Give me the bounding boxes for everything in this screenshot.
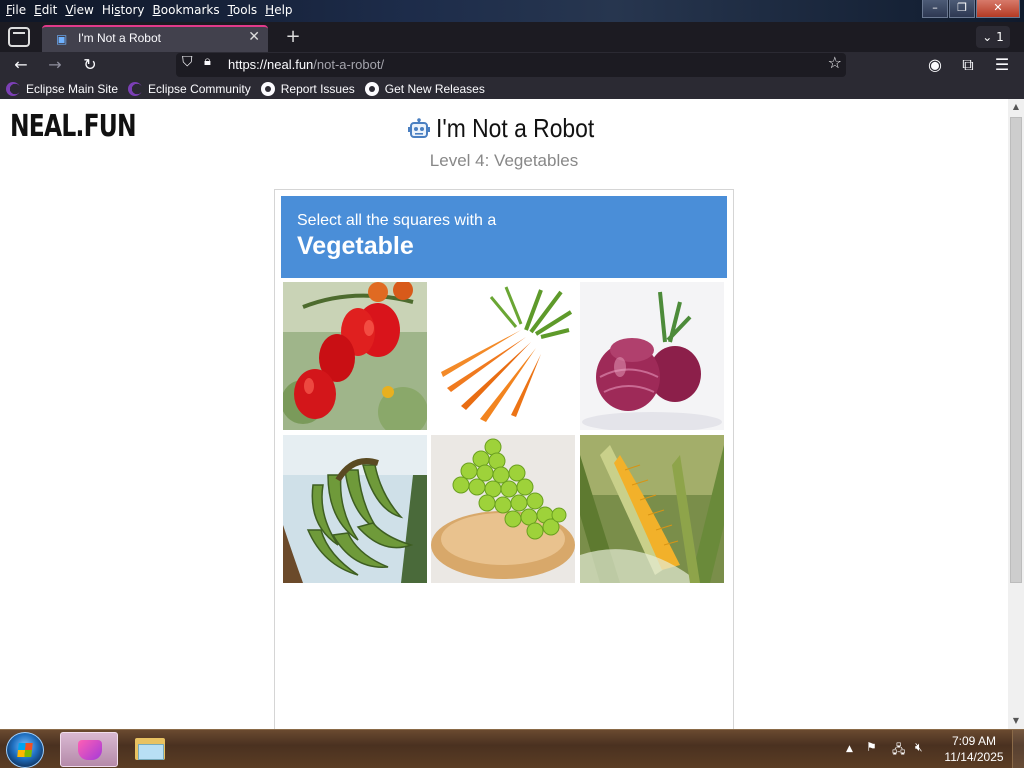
menu-tools[interactable]: Tools [224, 2, 262, 20]
bananas-image [283, 435, 427, 583]
captcha-tile-grapes[interactable] [431, 435, 575, 583]
carrots-image [431, 282, 575, 430]
robot-favicon-icon: ▣ [56, 32, 68, 46]
close-window-button[interactable]: ✕ [976, 0, 1020, 18]
taskbar-browser-icon[interactable] [60, 732, 118, 767]
windows-taskbar: ▲ ⚑ 🖧︎ 🔇︎ 7:09 AM 11/14/2025 [0, 729, 1024, 768]
taskbar-file-explorer-icon[interactable] [132, 734, 168, 764]
bookmark-label: Eclipse Main Site [26, 81, 119, 96]
captcha-instruction: Select all the squares with a [297, 212, 497, 229]
bookmark-eclipse-main-site[interactable]: Eclipse Main Site [6, 78, 118, 99]
captcha-tile-red-onions[interactable] [580, 282, 724, 430]
page-viewport: NEAL.FUN I'm Not a Robot Level 4: Vegeta… [0, 99, 1008, 729]
window-title-bar: File Edit View History Bookmarks Tools H… [0, 0, 1024, 22]
tab-close-icon[interactable]: ✕ [248, 29, 260, 45]
page-scrollbar[interactable]: ▲ ▼ [1008, 99, 1024, 729]
captcha-tile-corn[interactable] [580, 435, 724, 583]
scroll-down-arrow-icon[interactable]: ▼ [1008, 713, 1024, 729]
shield-icon[interactable]: ⛉ [182, 54, 193, 70]
url-bar[interactable]: ⛉ 🔒︎ https://neal.fun/not-a-robot/ ☆ [176, 53, 846, 77]
menu-bar: File Edit View History Bookmarks Tools H… [2, 2, 297, 20]
bookmark-label: Report Issues [280, 81, 355, 96]
grapes-image [431, 435, 575, 583]
eclipse-icon [128, 81, 143, 96]
scroll-up-arrow-icon[interactable]: ▲ [1008, 99, 1024, 115]
maximize-button[interactable]: ❐ [949, 0, 975, 18]
window-controls: – ❐ ✕ [921, 0, 1020, 18]
url-host: https://neal.fun [228, 57, 314, 72]
firefox-view-icon[interactable] [8, 27, 30, 47]
captcha-tile-bananas[interactable] [283, 435, 427, 583]
captcha-tile-tomatoes[interactable] [283, 282, 427, 430]
extensions-icon[interactable]: ⧉ [957, 54, 979, 76]
account-icon[interactable]: ◉ [924, 54, 946, 76]
back-arrow-icon[interactable]: ← [10, 54, 32, 76]
tomatoes-image [283, 282, 427, 430]
tray-expand-icon[interactable]: ▲ [846, 744, 853, 754]
menu-file[interactable]: File [2, 2, 30, 20]
github-icon [364, 81, 379, 96]
menu-help[interactable]: Help [261, 2, 296, 20]
bookmark-label: Eclipse Community [148, 81, 251, 96]
page-title: I'm Not a Robot [408, 113, 616, 144]
bookmark-label: Get New Releases [384, 81, 485, 96]
bookmark-get-new-releases[interactable]: Get New Releases [364, 78, 485, 99]
github-icon [260, 81, 275, 96]
volume-muted-icon[interactable]: 🔇︎ [915, 740, 923, 755]
lock-icon[interactable]: 🔒︎ [204, 54, 211, 69]
tab-active[interactable]: ▣ I'm Not a Robot ✕ [42, 25, 268, 52]
forward-arrow-icon[interactable]: → [44, 54, 66, 76]
bookmark-report-issues[interactable]: Report Issues [260, 78, 355, 99]
navigation-toolbar: ← → ↻ ⛉ 🔒︎ https://neal.fun/not-a-robot/… [0, 52, 1024, 78]
system-clock[interactable]: 7:09 AM 11/14/2025 [938, 733, 1010, 765]
tab-title: I'm Not a Robot [78, 31, 161, 45]
eclipse-icon [6, 81, 20, 96]
menu-history[interactable]: History [98, 2, 149, 20]
captcha-tile-carrots[interactable] [431, 282, 575, 430]
url-text[interactable]: https://neal.fun/not-a-robot/ [228, 57, 384, 72]
tab-count: 1 [996, 30, 1004, 44]
site-logo[interactable]: NEAL.FUN [10, 109, 137, 144]
bookmarks-toolbar: Eclipse Main Site Eclipse Community Repo… [0, 78, 1024, 99]
network-icon[interactable]: 🖧︎ [892, 740, 905, 761]
new-tab-button[interactable]: + [282, 26, 304, 47]
bookmark-eclipse-community[interactable]: Eclipse Community [128, 78, 251, 99]
corn-image [580, 435, 724, 583]
captcha-target: Vegetable [297, 232, 414, 260]
captcha-panel: Select all the squares with a Vegetable [274, 189, 734, 729]
show-desktop-button[interactable] [1012, 730, 1024, 768]
bookmark-star-icon[interactable]: ☆ [828, 53, 842, 72]
robot-icon [408, 117, 430, 138]
clock-time: 7:09 AM [951, 734, 997, 748]
title-text: I'm Not a Robot [436, 113, 595, 143]
tab-list-button[interactable]: ⌄ 1 [976, 26, 1010, 48]
url-path: /not-a-robot/ [313, 57, 385, 72]
clock-date: 11/14/2025 [944, 750, 1004, 764]
menu-bookmarks[interactable]: Bookmarks [149, 2, 224, 20]
tab-strip: ▣ I'm Not a Robot ✕ + ⌄ 1 [0, 22, 1024, 52]
red-onions-image [580, 282, 724, 430]
level-label: Level 4: Vegetables [429, 151, 579, 170]
menu-edit[interactable]: Edit [30, 2, 61, 20]
minimize-button[interactable]: – [922, 0, 948, 18]
menu-view[interactable]: View [61, 2, 97, 20]
captcha-header: Select all the squares with a Vegetable [281, 196, 727, 278]
start-button[interactable] [6, 732, 44, 768]
action-center-flag-icon[interactable]: ⚑ [866, 740, 877, 754]
reload-icon[interactable]: ↻ [79, 54, 101, 76]
hamburger-menu-icon[interactable]: ☰ [991, 54, 1013, 76]
scroll-thumb[interactable] [1010, 117, 1022, 583]
